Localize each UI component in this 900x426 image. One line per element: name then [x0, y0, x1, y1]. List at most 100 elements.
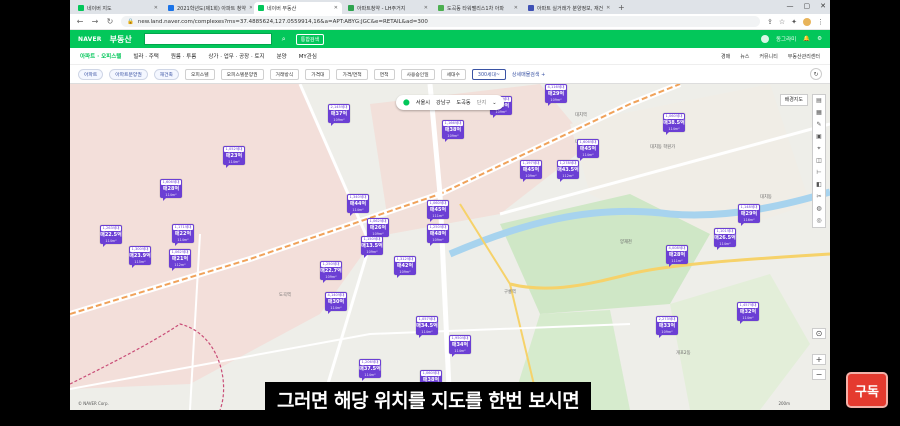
maximize-icon[interactable]: ▢ [804, 2, 811, 10]
complex-price-marker[interactable]: 1,052세대 매23억 114m² [223, 146, 245, 167]
category-right-link[interactable]: 경매 [721, 53, 730, 60]
complex-price-marker[interactable]: 1,057세대 매34.5억 114m² [416, 316, 438, 337]
gear-icon[interactable]: ⚙ [817, 36, 822, 42]
bus-icon[interactable]: ▣ [816, 131, 822, 143]
back-icon[interactable]: ← [76, 17, 84, 26]
school-icon[interactable]: ✎ [816, 119, 821, 131]
filter-chip-secondary[interactable]: 오피스텔 [184, 68, 215, 80]
naver-logo[interactable]: NAVER [78, 36, 102, 43]
category-right-link[interactable]: 커뮤니티 [759, 53, 777, 60]
tab-close-icon[interactable]: ✕ [154, 5, 158, 11]
map-icon[interactable]: ◫ [816, 155, 822, 167]
location-selector[interactable]: ⬤ 서울시 강남구 도곡동 단지 ⌄ [396, 95, 504, 110]
complex-price-marker[interactable]: 1,340세대 매44억 114m² [347, 194, 369, 215]
complex-price-marker[interactable]: 1,206세대 매37.5억 114m² [359, 359, 381, 380]
star-icon[interactable]: ☆ [779, 18, 785, 26]
url-field[interactable]: 🔒 new.land.naver.com/complexes?ms=37.488… [121, 16, 760, 27]
profile-avatar[interactable] [803, 17, 811, 26]
location-dong[interactable]: 도곡동 [456, 99, 470, 106]
search-icon[interactable]: ⌕ [278, 33, 290, 45]
complex-price-marker[interactable]: 1,148세대 매29억 116m² [738, 204, 760, 225]
category-tab[interactable]: 원룸 · 투룸 [171, 52, 197, 60]
category-tab[interactable]: 빌라 · 주택 [133, 52, 159, 60]
complex-price-marker[interactable]: 1,263세대 매22.5억 114m² [100, 225, 122, 246]
user-name[interactable]: 동그라미 [776, 35, 796, 43]
complex-price-marker[interactable]: 1,150세대 매13.5억 109m² [361, 236, 383, 257]
category-tab[interactable]: 분양 [277, 52, 287, 60]
filter-chip[interactable]: 아파트 [78, 68, 104, 80]
browser-tab[interactable]: 아파트 실거래가 분양정보, 재건 ✕ [524, 2, 612, 14]
service-name[interactable]: 부동산 [110, 34, 132, 45]
complex-price-marker[interactable]: 1,060세대 매38.5억 114m² [663, 113, 685, 134]
subscribe-button[interactable]: 구독 [846, 372, 888, 408]
tool-icon[interactable]: ✂ [816, 191, 821, 203]
complex-price-marker[interactable]: 1,606세대 매28억 114m² [160, 179, 182, 200]
new-tab-button[interactable]: + [614, 2, 629, 14]
filter-dropdown[interactable]: 사용승인일 [400, 68, 435, 80]
reload-icon[interactable]: ↻ [106, 17, 114, 26]
category-right-link[interactable]: 뉴스 [740, 53, 749, 60]
browser-tab[interactable]: 네이버 지도 ✕ [74, 2, 162, 14]
target-icon[interactable]: ◎ [816, 215, 821, 227]
close-icon[interactable]: ✕ [820, 2, 826, 10]
complex-price-marker[interactable]: 1,278세대 매43.5억 112m² [557, 160, 579, 181]
complex-price-marker[interactable]: 1,300세대 매23.9억 115m² [129, 246, 151, 267]
ruler-icon[interactable]: ⊢ [816, 167, 821, 179]
complex-price-marker[interactable]: 1,197세대 매45억 109m² [520, 160, 542, 181]
complex-price-marker[interactable]: 1,606세대 매45억 114m² [577, 139, 599, 160]
tab-close-icon[interactable]: ✕ [424, 5, 428, 11]
location-filter[interactable]: 단지 [477, 99, 487, 106]
category-tab[interactable]: MY관심 [299, 52, 317, 60]
filter-chip[interactable]: 아파트분양권 [109, 68, 148, 80]
bell-icon[interactable]: 🔔 [803, 36, 810, 42]
category-tab[interactable]: 아파트 · 오피스텔 [80, 52, 121, 60]
zoom-in-button[interactable]: + [812, 354, 826, 365]
browser-tab[interactable]: 네이버 부동산 ✕ [254, 2, 342, 14]
map-canvas[interactable]: 대치1동대치동구룡역도곡역개포2동매봉역대치역한티역대치동 학원가양재천 2,1… [70, 84, 830, 410]
building-icon[interactable]: ▦ [816, 107, 822, 119]
filter-dropdown[interactable]: 세대수 [440, 68, 466, 80]
tab-close-icon[interactable]: ✕ [606, 5, 610, 11]
zoom-out-button[interactable]: − [812, 369, 826, 380]
complex-price-marker[interactable]: 1,250세대 매22.7억 109m² [320, 261, 342, 282]
globe-icon[interactable]: ◍ [816, 203, 821, 215]
complex-price-marker[interactable]: 1,457세대 매32억 114m² [737, 302, 759, 323]
filter-dropdown[interactable]: 가격대 [305, 68, 331, 80]
search-combo[interactable]: 통합검색 [295, 33, 325, 45]
refresh-icon[interactable]: ↻ [810, 68, 822, 80]
complex-price-marker[interactable]: 1,312세대 매42억 109m² [394, 256, 416, 277]
menu-icon[interactable]: ⋮ [817, 18, 824, 26]
complex-price-marker[interactable]: 1,062세대 매26억 109m² [367, 218, 389, 239]
filter-dropdown[interactable]: 가격/면적 [336, 68, 368, 80]
tab-close-icon[interactable]: ✕ [334, 5, 338, 11]
category-tab[interactable]: 상가 · 업무 · 공장 · 토지 [208, 52, 264, 60]
puzzle-icon[interactable]: ✦ [791, 18, 797, 26]
filter-dropdown[interactable]: 면적 [373, 68, 395, 80]
share-icon[interactable]: ⇪ [767, 18, 773, 26]
complex-price-marker[interactable]: 1,062세대 매21억 112m² [169, 249, 191, 270]
category-right-link[interactable]: 부동산관리센터 [788, 53, 820, 60]
filter-dropdown[interactable]: 거래방식 [269, 68, 300, 80]
filter-chip-secondary[interactable]: 오피스텔분양권 [220, 68, 264, 80]
complex-price-marker[interactable]: 2,145세대 매37억 109m² [328, 104, 350, 125]
search-input[interactable] [143, 33, 272, 45]
pin-icon[interactable]: ⌖ [817, 143, 820, 155]
complex-price-marker[interactable]: 1,250세대 매48억 109m² [427, 224, 449, 245]
location-district[interactable]: 강남구 [436, 99, 450, 106]
complex-price-marker[interactable]: 4,008세대 매28억 111m² [666, 245, 688, 266]
complex-price-marker[interactable]: 1,950세대 매34억 114m² [449, 335, 471, 356]
complex-price-marker[interactable]: 1,060세대 매45억 111m² [427, 200, 449, 221]
tab-close-icon[interactable]: ✕ [249, 5, 252, 11]
forward-icon[interactable]: → [91, 17, 99, 26]
layers-icon[interactable]: ▤ [816, 95, 822, 107]
filter-chip[interactable]: 재건축 [153, 68, 179, 80]
detail-search-link[interactable]: 상세매물검색 + [512, 71, 545, 78]
filter-dropdown-selected[interactable]: 300세대~ [471, 68, 506, 80]
complex-price-marker[interactable]: 1,101세대 매26.5억 114m² [714, 228, 736, 249]
browser-tab[interactable]: 아파트청약 - LH주거지 ✕ [344, 2, 432, 14]
tab-close-icon[interactable]: ✕ [514, 5, 518, 11]
complex-price-marker[interactable]: 2,273세대 매33억 109m² [656, 316, 678, 337]
map-type-button[interactable]: 배경지도 [779, 94, 808, 106]
minimize-icon[interactable]: — [787, 2, 794, 10]
complex-price-marker[interactable]: 4,140세대 매30억 114m² [325, 292, 347, 313]
